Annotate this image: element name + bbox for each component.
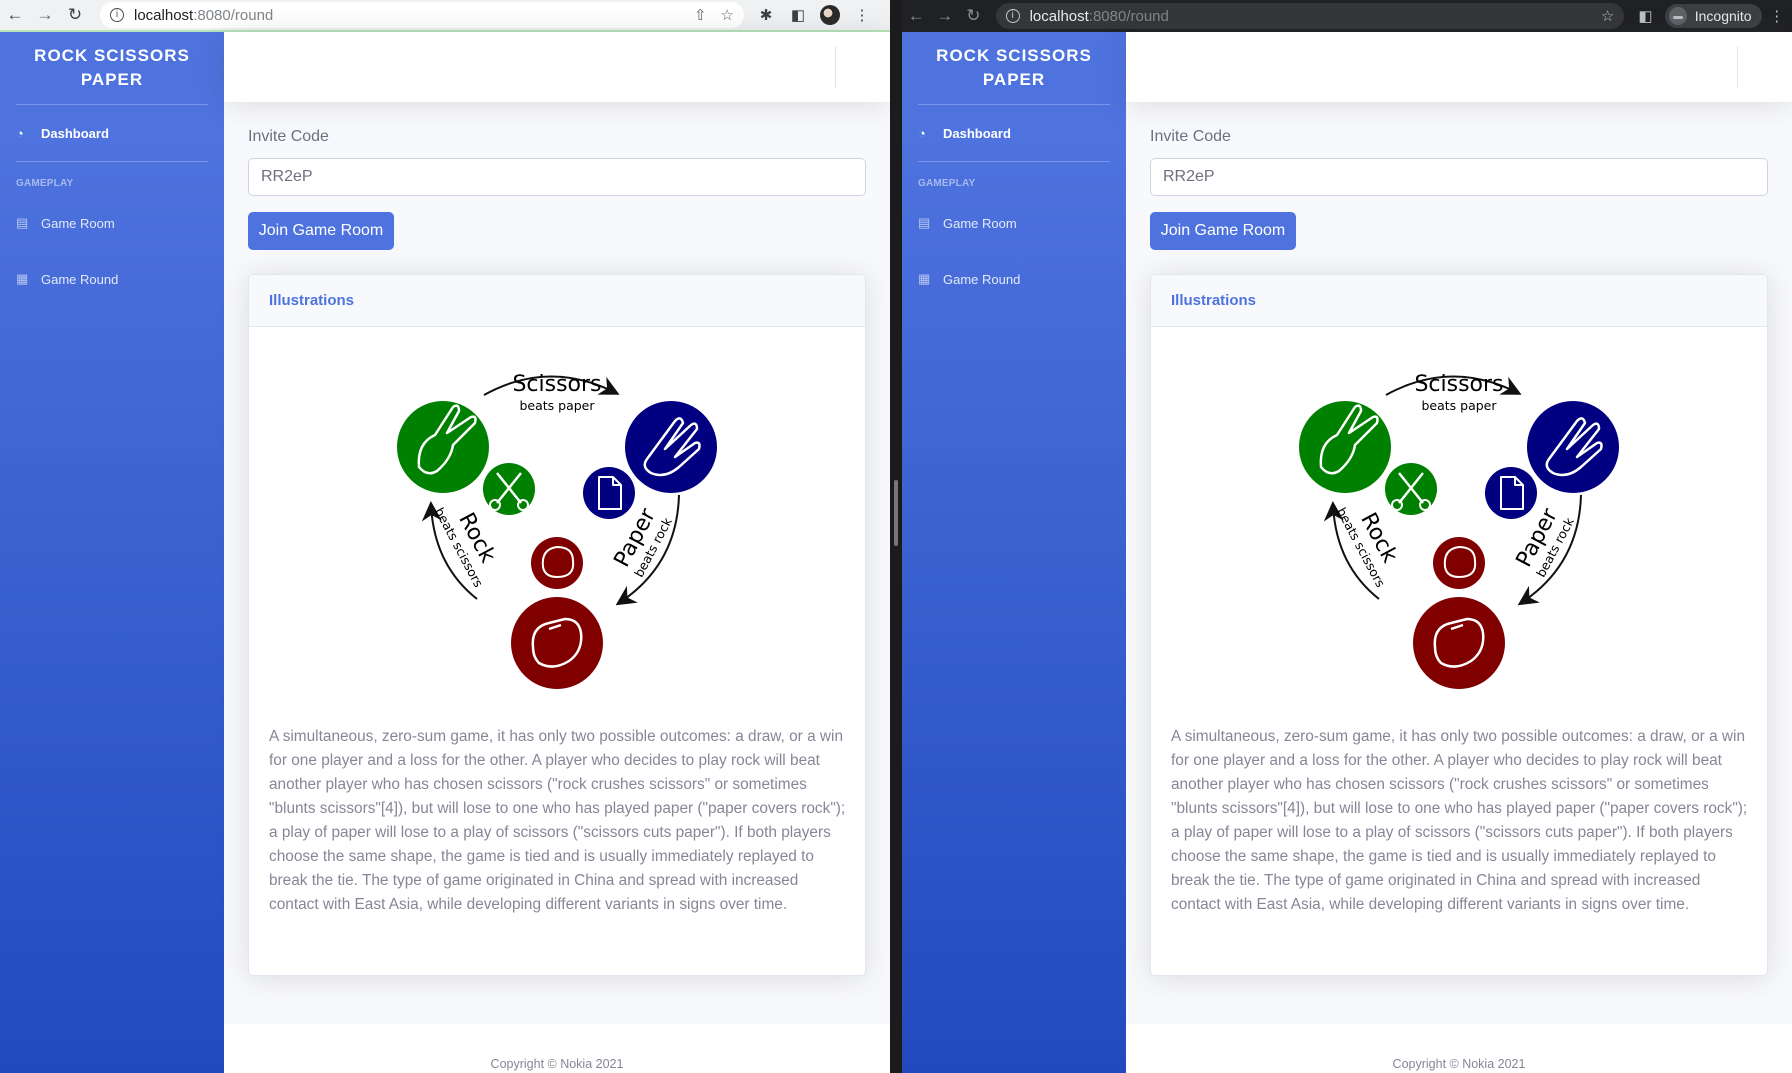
address-bar[interactable]: i localhost:8080/round ☆: [995, 3, 1625, 29]
card-description: A simultaneous, zero-sum game, it has on…: [269, 728, 846, 913]
browser-window-incognito: ← → ↻ i localhost:8080/round ☆ ◧ Incogni…: [902, 0, 1792, 1073]
invite-code-input[interactable]: RR2eP: [248, 158, 866, 196]
scissors-hand-icon: [397, 401, 489, 493]
menu-icon[interactable]: ⋮: [846, 6, 878, 24]
card-description: A simultaneous, zero-sum game, it has on…: [1171, 728, 1748, 913]
footer-copyright: Copyright © Nokia 2021: [224, 1024, 890, 1073]
browser-toolbar: ← → ↻ i localhost:8080/round ☆ ◧ Incogni…: [902, 0, 1792, 32]
dashboard-icon: ◔: [918, 125, 926, 141]
app: ROCK SCISSORS PAPER ◔ Dashboard GAMEPLAY…: [902, 32, 1792, 1073]
sidebar: ROCK SCISSORS PAPER ◔ Dashboard GAMEPLAY…: [0, 32, 224, 1073]
divider-grip[interactable]: [894, 480, 898, 546]
table-icon: ▦: [16, 271, 29, 286]
sidebar: ROCK SCISSORS PAPER ◔ Dashboard GAMEPLAY…: [902, 32, 1126, 1073]
chart-icon: ▤: [16, 215, 29, 230]
topbar-divider: [1737, 46, 1738, 88]
scissors-subtitle: beats paper: [1421, 398, 1497, 413]
scissors-title: Scissors: [512, 372, 601, 397]
incognito-icon: [1668, 7, 1687, 25]
incognito-badge[interactable]: Incognito: [1664, 4, 1762, 28]
address-bar[interactable]: i localhost:8080/round ⇧ ☆: [100, 2, 744, 28]
reload-icon[interactable]: ↻: [60, 0, 90, 31]
sidebar-item-game-round[interactable]: ▦ Game Round: [902, 251, 1126, 307]
rps-diagram-svg: Scissors beats paper Rock beats scissors…: [397, 372, 717, 689]
scissors-subtitle: beats paper: [519, 398, 595, 413]
url-path: :8080/round: [193, 6, 274, 24]
menu-icon[interactable]: ⋮: [1762, 7, 1792, 25]
paper-hand-icon: [1527, 401, 1619, 493]
sidebar-item-dashboard[interactable]: ◔ Dashboard: [0, 105, 224, 161]
topbar: [224, 32, 890, 102]
rps-diagram-svg: Scissors beats paper Rock beats scissors…: [1299, 372, 1619, 689]
back-arrow-icon[interactable]: ←: [0, 0, 30, 31]
forward-arrow-icon[interactable]: →: [931, 0, 960, 32]
sidebar-brand[interactable]: ROCK SCISSORS PAPER: [0, 32, 224, 104]
rock-hand-icon: [511, 597, 603, 689]
url-path: :8080/round: [1088, 7, 1169, 25]
profile-avatar[interactable]: [820, 5, 840, 25]
invite-code-input[interactable]: RR2eP: [1150, 158, 1768, 196]
card-title: Illustrations: [249, 275, 865, 327]
share-icon[interactable]: ⇧: [694, 6, 707, 24]
join-game-room-button[interactable]: Join Game Room: [248, 212, 394, 250]
paper-icon: [583, 467, 635, 519]
illustrations-card: Illustrations Scissors beats paper Rock …: [248, 274, 866, 976]
forward-arrow-icon[interactable]: →: [30, 0, 60, 31]
incognito-label: Incognito: [1694, 8, 1752, 24]
sidebar-item-game-room[interactable]: ▤ Game Room: [0, 195, 224, 251]
sidebar-item-dashboard[interactable]: ◔ Dashboard: [902, 105, 1126, 161]
paper-icon: [1485, 467, 1537, 519]
window-divider: [890, 0, 902, 1073]
reload-icon[interactable]: ↻: [959, 0, 988, 32]
star-icon[interactable]: ☆: [1601, 7, 1614, 25]
rock-hand-icon: [1413, 597, 1505, 689]
url-host: localhost: [1029, 7, 1089, 25]
extensions-icon[interactable]: ✱: [750, 6, 782, 24]
sidebar-item-label: Game Room: [41, 215, 115, 231]
app: ROCK SCISSORS PAPER ◔ Dashboard GAMEPLAY…: [0, 32, 890, 1073]
side-panel-icon[interactable]: ◧: [1630, 7, 1660, 25]
scissors-title: Scissors: [1414, 372, 1503, 397]
side-panel-icon[interactable]: ◧: [782, 6, 814, 24]
illustrations-card: Illustrations Scissors beats paper Rock …: [1150, 274, 1768, 976]
browser-window-normal: ← → ↻ i localhost:8080/round ⇧ ☆ ✱ ◧ ⋮ R…: [0, 0, 890, 1073]
sidebar-item-label: Dashboard: [943, 125, 1011, 141]
url-host: localhost: [134, 6, 194, 24]
topbar-divider: [835, 46, 836, 88]
sidebar-item-label: Game Round: [41, 271, 119, 287]
browser-toolbar: ← → ↻ i localhost:8080/round ⇧ ☆ ✱ ◧ ⋮: [0, 0, 890, 32]
info-icon[interactable]: i: [110, 8, 124, 22]
invite-code-label: Invite Code: [1150, 128, 1231, 145]
sidebar-item-label: Dashboard: [41, 125, 109, 141]
table-icon: ▦: [918, 271, 931, 286]
rps-diagram: Scissors beats paper Rock beats scissors…: [1281, 347, 1641, 707]
sidebar-item-label: Game Room: [943, 215, 1017, 231]
sidebar-item-game-round[interactable]: ▦ Game Round: [0, 251, 224, 307]
topbar: [1126, 32, 1792, 102]
chart-icon: ▤: [918, 215, 931, 230]
sidebar-item-game-room[interactable]: ▤ Game Room: [902, 195, 1126, 251]
sidebar-heading: GAMEPLAY: [918, 178, 976, 189]
main-content: Invite Code RR2eP Join Game Room Illustr…: [1126, 32, 1792, 1073]
join-game-room-button[interactable]: Join Game Room: [1150, 212, 1296, 250]
paper-hand-icon: [625, 401, 717, 493]
scissors-icon: [483, 463, 535, 515]
rps-diagram: Scissors beats paper Rock beats scissors…: [379, 347, 739, 707]
sidebar-brand[interactable]: ROCK SCISSORS PAPER: [902, 32, 1126, 104]
dashboard-icon: ◔: [16, 125, 24, 141]
star-icon[interactable]: ☆: [721, 6, 734, 24]
scissors-hand-icon: [1299, 401, 1391, 493]
invite-code-label: Invite Code: [248, 128, 329, 145]
main-content: Invite Code RR2eP Join Game Room Illustr…: [224, 32, 890, 1073]
info-icon[interactable]: i: [1005, 9, 1020, 23]
footer-copyright: Copyright © Nokia 2021: [1126, 1024, 1792, 1073]
card-title: Illustrations: [1151, 275, 1767, 327]
sidebar-heading: GAMEPLAY: [16, 178, 74, 189]
rock-icon: [531, 537, 583, 589]
back-arrow-icon[interactable]: ←: [902, 0, 931, 32]
scissors-icon: [1385, 463, 1437, 515]
rock-icon: [1433, 537, 1485, 589]
sidebar-item-label: Game Round: [943, 271, 1021, 287]
